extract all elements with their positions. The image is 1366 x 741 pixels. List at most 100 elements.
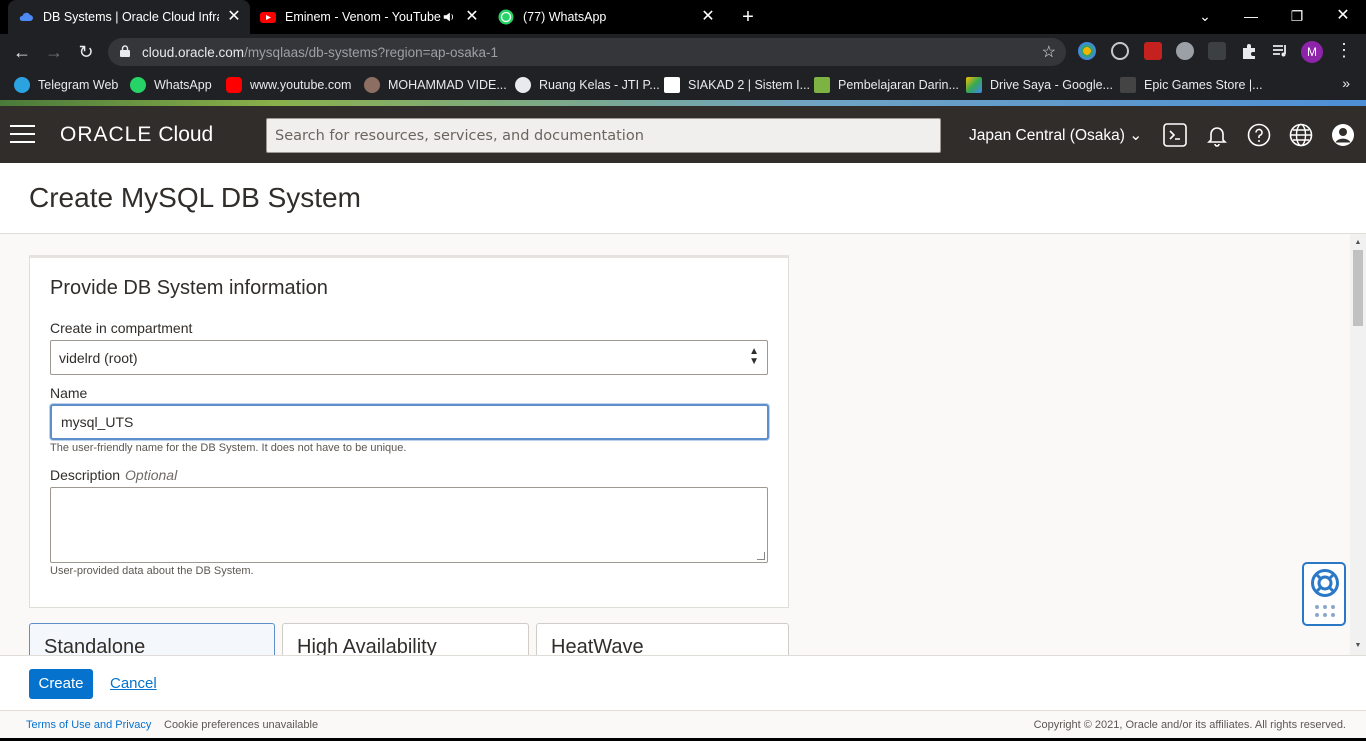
url-text: cloud.oracle.com/mysqlaas/db-systems?reg…: [142, 45, 499, 60]
lock-icon[interactable]: [120, 45, 130, 57]
section-title: Provide DB System information: [50, 277, 328, 299]
reload-button[interactable]: ↻: [74, 40, 98, 64]
globe-extension-icon[interactable]: [1111, 42, 1129, 60]
description-label-text: Description: [50, 467, 121, 483]
option-heatwave[interactable]: HeatWave: [536, 623, 789, 655]
bookmark-item[interactable]: Pembelajaran Darin...: [814, 76, 959, 94]
compartment-value: videlrd (root): [59, 350, 138, 366]
region-label: Japan Central (Osaka): [969, 127, 1125, 144]
cancel-link[interactable]: Cancel: [110, 675, 157, 692]
bookmark-item[interactable]: SIAKAD 2 | Sistem I...: [664, 76, 810, 94]
bookmark-item[interactable]: www.youtube.com: [226, 76, 351, 94]
compartment-label: Create in compartment: [50, 320, 193, 336]
back-button[interactable]: ←: [10, 40, 34, 64]
bookmark-item[interactable]: WhatsApp: [130, 76, 212, 94]
close-window-button[interactable]: ✕: [1320, 0, 1366, 32]
name-field[interactable]: [50, 404, 769, 440]
bookmark-item[interactable]: Drive Saya - Google...: [966, 76, 1113, 94]
bookmark-star-icon[interactable]: ☆: [1042, 42, 1056, 62]
language-globe-icon[interactable]: [1289, 123, 1313, 147]
address-bar[interactable]: cloud.oracle.com/mysqlaas/db-systems?reg…: [108, 38, 1066, 66]
tab-whatsapp[interactable]: (77) WhatsApp ✕: [488, 0, 724, 34]
extension-gray-icon[interactable]: [1176, 42, 1194, 60]
scroll-down-icon[interactable]: ▼: [1350, 639, 1366, 653]
browser-tab-strip: DB Systems | Oracle Cloud Infrast ✕ Emin…: [0, 0, 1366, 34]
hamburger-menu-icon[interactable]: [10, 125, 35, 143]
profile-avatar[interactable]: M: [1301, 41, 1323, 63]
region-selector[interactable]: Japan Central (Osaka) ⌄: [969, 126, 1142, 145]
oracle-cloud-logo[interactable]: ORACLE Cloud: [60, 123, 213, 147]
user-profile-icon[interactable]: [1331, 123, 1355, 147]
logo-product: Cloud: [158, 123, 214, 146]
bookmark-label: Pembelajaran Darin...: [838, 78, 959, 92]
tab-title: DB Systems | Oracle Cloud Infrast: [43, 10, 219, 24]
page-title: Create MySQL DB System: [29, 182, 361, 213]
close-tab-icon[interactable]: ✕: [226, 9, 242, 25]
close-tab-icon[interactable]: ✕: [700, 9, 716, 25]
extensions-puzzle-icon[interactable]: [1240, 42, 1258, 60]
description-help-text: User-provided data about the DB System.: [50, 565, 254, 577]
tab-search-icon[interactable]: ⌄: [1182, 0, 1228, 32]
option-label: HeatWave: [551, 636, 644, 655]
help-support-widget[interactable]: [1302, 562, 1346, 626]
media-controls-icon[interactable]: [1271, 42, 1289, 60]
page-scrollbar[interactable]: ▲ ▼: [1350, 234, 1366, 655]
audio-playing-icon[interactable]: [442, 10, 456, 24]
drag-handle-icon[interactable]: [1313, 604, 1337, 618]
extension-red-icon[interactable]: [1144, 42, 1162, 60]
notifications-bell-icon[interactable]: [1205, 123, 1229, 147]
more-bookmarks-icon[interactable]: »: [1342, 75, 1350, 91]
terms-link[interactable]: Terms of Use and Privacy: [26, 719, 151, 731]
compartment-select[interactable]: videlrd (root) ▲ ▼: [50, 340, 768, 375]
whatsapp-icon: [130, 77, 146, 93]
bookmark-label: WhatsApp: [154, 78, 212, 92]
bookmark-item[interactable]: Epic Games Store |...: [1120, 76, 1263, 94]
menu-kebab-icon[interactable]: ⋮: [1335, 40, 1353, 61]
option-label: Standalone: [44, 636, 146, 655]
extension-icon[interactable]: [1078, 42, 1096, 60]
oracle-cloud-icon: [19, 12, 33, 21]
option-label: High Availability: [297, 636, 437, 655]
extension-disabled-icon[interactable]: [1208, 42, 1226, 60]
option-standalone[interactable]: Standalone: [29, 623, 275, 655]
description-textarea[interactable]: [50, 487, 768, 563]
help-icon[interactable]: [1247, 123, 1271, 147]
restore-button[interactable]: ❐: [1274, 0, 1320, 32]
page-footer: Terms of Use and Privacy Cookie preferen…: [0, 710, 1366, 738]
name-label: Name: [50, 385, 88, 401]
action-bar: Create Cancel: [0, 655, 1366, 710]
tab-db-systems[interactable]: DB Systems | Oracle Cloud Infrast ✕: [8, 0, 250, 34]
tab-youtube[interactable]: Eminem - Venom - YouTube ✕: [250, 0, 488, 34]
scroll-up-icon[interactable]: ▲: [1350, 236, 1366, 250]
bookmark-label: MOHAMMAD VIDE...: [388, 78, 507, 92]
db-system-info-card: Provide DB System information Create in …: [29, 255, 789, 608]
youtube-icon: [260, 12, 276, 23]
lifebuoy-icon: [1311, 569, 1339, 597]
bookmark-item[interactable]: Telegram Web: [14, 76, 118, 94]
scrollbar-thumb[interactable]: [1353, 250, 1363, 326]
epic-games-icon: [1120, 77, 1136, 93]
create-button[interactable]: Create: [29, 669, 93, 699]
select-arrows-icon: ▲ ▼: [749, 346, 759, 367]
description-label: Description Optional: [50, 467, 177, 483]
resize-handle-icon[interactable]: [757, 552, 765, 560]
bookmark-label: Telegram Web: [38, 78, 119, 92]
oracle-header: ORACLECloud Japan Central (Osaka) ⌄: [0, 106, 1366, 163]
globe-icon: [515, 77, 531, 93]
bookmark-item[interactable]: Ruang Kelas - JTI P...: [515, 76, 660, 94]
bookmark-label: www.youtube.com: [250, 78, 352, 92]
name-input[interactable]: [52, 406, 767, 438]
forward-button[interactable]: →: [42, 40, 66, 64]
form-content: Provide DB System information Create in …: [0, 234, 1350, 655]
bookmark-item[interactable]: MOHAMMAD VIDE...: [364, 76, 507, 94]
bookmarks-bar: Telegram Web WhatsApp www.youtube.com MO…: [0, 70, 1366, 100]
close-tab-icon[interactable]: ✕: [464, 9, 480, 25]
chevron-down-icon: ⌄: [1129, 127, 1143, 144]
oracle-search[interactable]: [266, 118, 941, 153]
new-tab-button[interactable]: +: [737, 6, 759, 28]
minimize-button[interactable]: —: [1228, 0, 1274, 32]
bookmark-label: Epic Games Store |...: [1144, 78, 1263, 92]
search-input[interactable]: [267, 119, 940, 152]
cloud-shell-icon[interactable]: [1163, 123, 1187, 147]
option-high-availability[interactable]: High Availability: [282, 623, 529, 655]
